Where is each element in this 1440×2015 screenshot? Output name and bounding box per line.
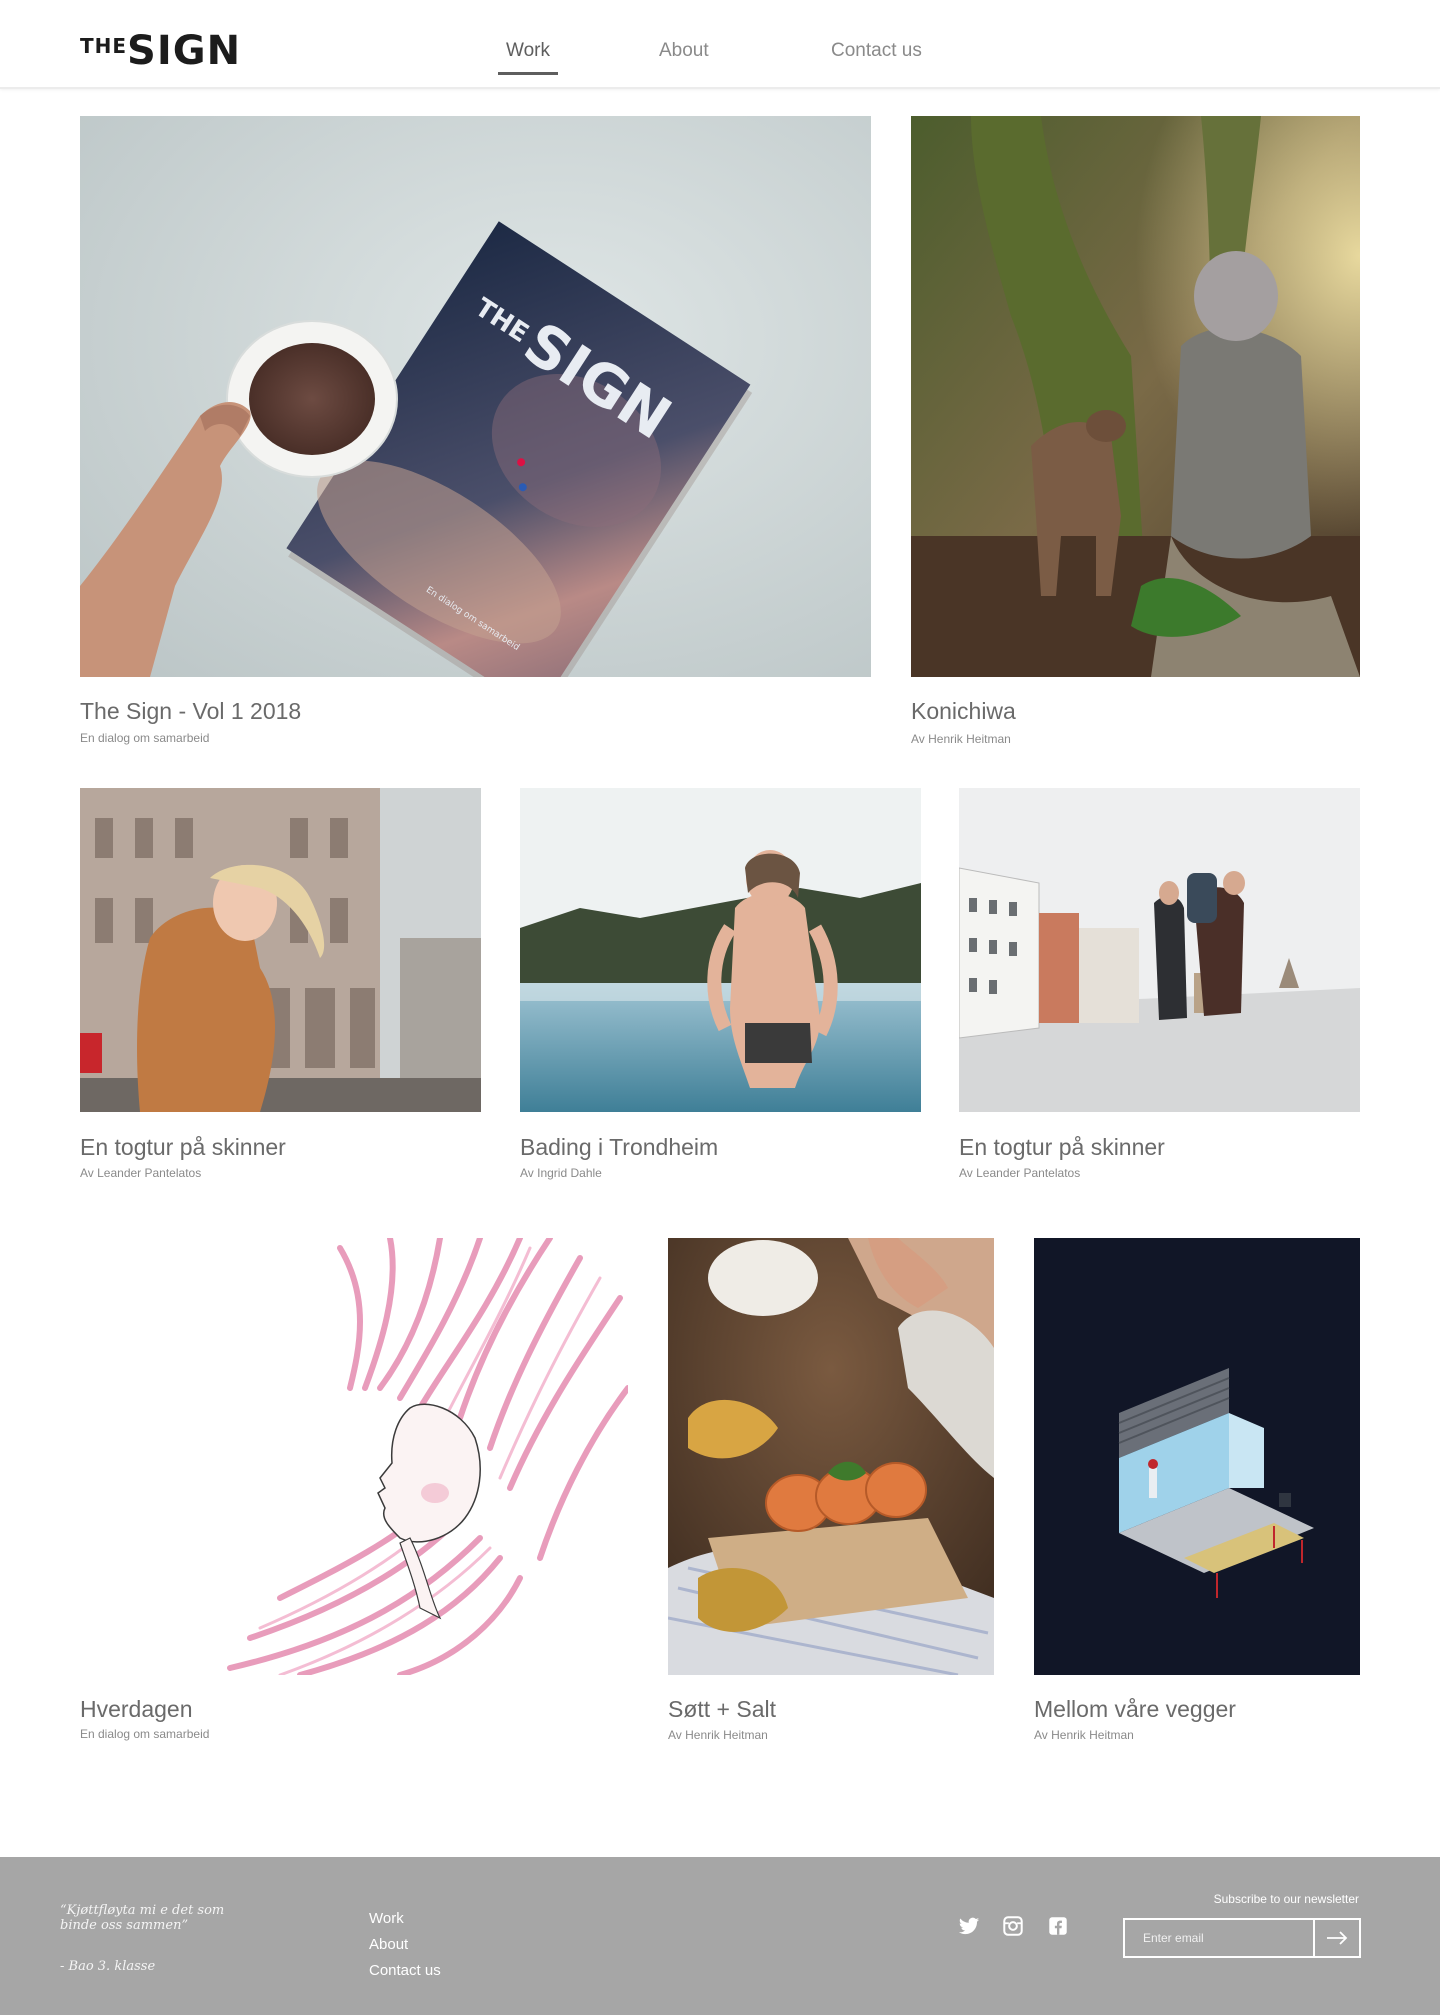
man-swimming-photo[interactable] [520,788,921,1112]
card-title[interactable]: Søtt + Salt [668,1696,776,1723]
card-subtitle: En dialog om samarbeid [80,1727,210,1741]
nav-about[interactable]: About [659,40,709,62]
card-subtitle: Av Ingrid Dahle [520,1166,602,1180]
nav-contact-us[interactable]: Contact us [831,40,922,62]
footer-quote-author: - Bao 3. klasse [60,1959,156,1974]
project-card[interactable]: En togtur på skinner Av Leander Pantelat… [80,788,481,1188]
food-photo[interactable] [668,1238,994,1675]
travellers-in-street-photo[interactable] [959,788,1360,1112]
magazine-and-coffee-photo[interactable]: THE SIGN En dialog om samarbeid [80,116,871,677]
card-title[interactable]: The Sign - Vol 1 2018 [80,698,301,725]
subscribe-button[interactable] [1313,1920,1359,1956]
footer-link-contact-us[interactable]: Contact us [369,1962,441,1979]
twitter-icon[interactable] [958,1915,980,1937]
footer-quote: “Kjøttfløyta mi e det som binde oss samm… [60,1903,225,1933]
card-title[interactable]: En togtur på skinner [80,1134,286,1161]
project-card[interactable]: THE SIGN En dialog om samarbeid The Sign… [80,116,871,756]
site-footer: “Kjøttfløyta mi e det som binde oss samm… [0,1857,1440,2015]
isometric-room-illustration[interactable] [1034,1238,1360,1675]
email-input[interactable] [1125,1920,1313,1956]
card-title[interactable]: Hverdagen [80,1696,193,1723]
project-card[interactable]: Konichiwa Av Henrik Heitman [911,116,1360,756]
project-card[interactable]: Hverdagen En dialog om samarbeid [80,1238,628,1748]
instagram-icon[interactable] [1002,1915,1024,1937]
card-subtitle: Av Leander Pantelatos [959,1166,1081,1180]
site-logo[interactable]: THE SIGN [80,28,242,74]
site-header: THE SIGN Work About Contact us [0,0,1440,89]
card-subtitle: Av Henrik Heitman [911,732,1011,746]
logo-the-text: THE [80,34,128,58]
card-subtitle: Av Leander Pantelatos [80,1166,202,1180]
card-title[interactable]: En togtur på skinner [959,1134,1165,1161]
logo-sign-text: SIGN [127,28,242,74]
pink-hair-illustration[interactable] [80,1238,628,1675]
facebook-icon[interactable] [1047,1915,1069,1937]
project-card[interactable]: Søtt + Salt Av Henrik Heitman [668,1238,994,1748]
nav-work[interactable]: Work [498,40,558,75]
man-feeding-deer-photo[interactable] [911,116,1360,677]
arrow-right-icon [1327,1931,1348,1945]
footer-link-work[interactable]: Work [369,1910,404,1927]
newsletter-form [1123,1918,1361,1958]
card-subtitle: En dialog om samarbeid [80,731,210,745]
card-title[interactable]: Bading i Trondheim [520,1134,718,1161]
card-title[interactable]: Mellom våre vegger [1034,1696,1236,1723]
project-card[interactable]: En togtur på skinner Av Leander Pantelat… [959,788,1360,1188]
newsletter-label: Subscribe to our newsletter [1213,1892,1359,1906]
project-card[interactable]: Bading i Trondheim Av Ingrid Dahle [520,788,921,1188]
card-subtitle: Av Henrik Heitman [1034,1728,1134,1742]
card-subtitle: Av Henrik Heitman [668,1728,768,1742]
card-title[interactable]: Konichiwa [911,698,1016,725]
girl-in-city-photo[interactable] [80,788,481,1112]
project-card[interactable]: Mellom våre vegger Av Henrik Heitman [1034,1238,1360,1748]
footer-link-about[interactable]: About [369,1936,408,1953]
